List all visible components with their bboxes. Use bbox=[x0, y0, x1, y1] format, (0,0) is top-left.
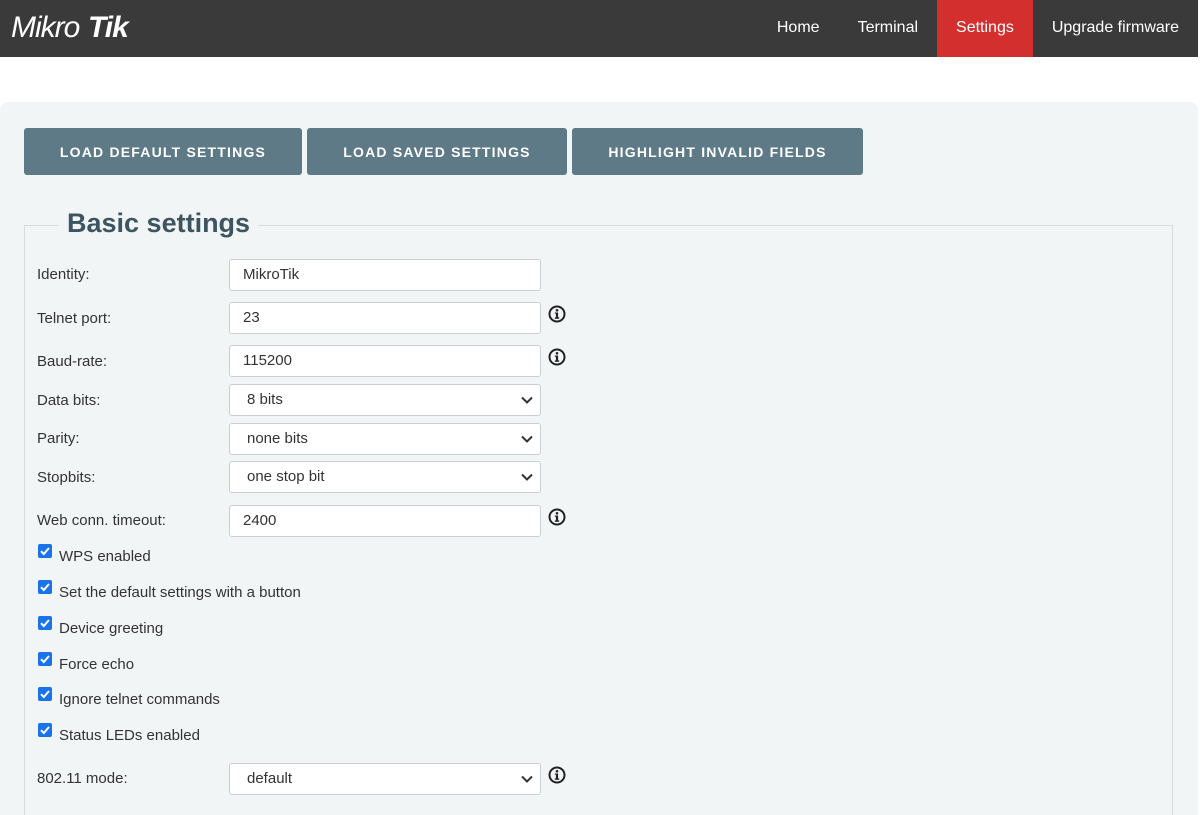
chevron-down-icon bbox=[521, 396, 533, 404]
device-greeting-checkbox[interactable]: Device greeting bbox=[38, 615, 164, 637]
checkbox-checked-icon[interactable] bbox=[38, 580, 52, 594]
web-timeout-label: Web conn. timeout: bbox=[37, 512, 166, 529]
checkbox-label: Ignore telnet commands bbox=[59, 691, 220, 708]
status-leds-checkbox[interactable]: Status LEDs enabled bbox=[38, 722, 200, 744]
web-timeout-field[interactable]: 2400 bbox=[229, 505, 541, 537]
svg-text:Mikro: Mikro bbox=[11, 11, 80, 44]
nav-settings[interactable]: Settings bbox=[937, 0, 1033, 57]
checkbox-checked-icon[interactable] bbox=[38, 652, 52, 666]
svg-text:Tik: Tik bbox=[88, 11, 130, 44]
baud-rate-info-icon[interactable] bbox=[548, 348, 566, 366]
stopbits-select[interactable]: one stop bit bbox=[229, 461, 541, 493]
identity-label: Identity: bbox=[37, 266, 90, 283]
basic-settings-fieldset: Basic settings Identity: MikroTik Telnet… bbox=[24, 206, 1173, 815]
telnet-port-field[interactable]: 23 bbox=[229, 302, 541, 334]
data-bits-value: 8 bits bbox=[247, 391, 283, 408]
chevron-down-icon bbox=[521, 775, 533, 783]
baud-rate-label: Baud-rate: bbox=[37, 353, 108, 370]
checkbox-label: WPS enabled bbox=[59, 548, 151, 565]
force-echo-checkbox[interactable]: Force echo bbox=[38, 651, 135, 673]
load-saved-settings-button[interactable]: LOAD SAVED SETTINGS bbox=[307, 128, 567, 175]
checkbox-label: Status LEDs enabled bbox=[59, 727, 200, 744]
parity-select[interactable]: none bits bbox=[229, 423, 541, 455]
settings-toolbar: LOAD DEFAULT SETTINGS LOAD SAVED SETTING… bbox=[24, 128, 863, 175]
mikrotik-logo[interactable]: Mikro Tik bbox=[11, 8, 147, 44]
telnet-port-info-icon[interactable] bbox=[548, 305, 566, 323]
checkbox-label: Set the default settings with a button bbox=[59, 584, 301, 601]
default-settings-button-checkbox[interactable]: Set the default settings with a button bbox=[38, 579, 301, 601]
identity-field[interactable]: MikroTik bbox=[229, 259, 541, 291]
top-navbar: Mikro Tik Home Terminal Settings Upgrade… bbox=[0, 0, 1198, 57]
checkbox-label: Device greeting bbox=[59, 620, 164, 637]
checkbox-label: Force echo bbox=[59, 656, 135, 673]
baud-rate-field[interactable]: 115200 bbox=[229, 345, 541, 377]
chevron-down-icon bbox=[521, 473, 533, 481]
web-timeout-info-icon[interactable] bbox=[548, 508, 566, 526]
ignore-telnet-commands-checkbox[interactable]: Ignore telnet commands bbox=[38, 686, 220, 708]
checkbox-checked-icon[interactable] bbox=[38, 687, 52, 701]
parity-label: Parity: bbox=[37, 430, 80, 447]
data-bits-label: Data bits: bbox=[37, 392, 101, 409]
nav-home[interactable]: Home bbox=[758, 0, 839, 57]
settings-panel: LOAD DEFAULT SETTINGS LOAD SAVED SETTING… bbox=[0, 102, 1198, 815]
mode-80211-value: default bbox=[247, 770, 293, 787]
highlight-invalid-fields-button[interactable]: HIGHLIGHT INVALID FIELDS bbox=[572, 128, 863, 175]
nav-terminal[interactable]: Terminal bbox=[839, 0, 937, 57]
wps-enabled-checkbox[interactable]: WPS enabled bbox=[38, 543, 151, 565]
nav-upgrade-firmware[interactable]: Upgrade firmware bbox=[1033, 0, 1198, 57]
mode-80211-select[interactable]: default bbox=[229, 763, 541, 795]
checkbox-checked-icon[interactable] bbox=[38, 544, 52, 558]
parity-value: none bits bbox=[247, 430, 308, 447]
telnet-port-label: Telnet port: bbox=[37, 310, 112, 327]
mode-80211-info-icon[interactable] bbox=[548, 766, 566, 784]
load-default-settings-button[interactable]: LOAD DEFAULT SETTINGS bbox=[24, 128, 302, 175]
section-title: Basic settings bbox=[59, 206, 259, 240]
checkbox-checked-icon[interactable] bbox=[38, 723, 52, 737]
chevron-down-icon bbox=[521, 435, 533, 443]
data-bits-select[interactable]: 8 bits bbox=[229, 384, 541, 416]
checkbox-checked-icon[interactable] bbox=[38, 616, 52, 630]
main-nav: Home Terminal Settings Upgrade firmware bbox=[758, 0, 1198, 57]
stopbits-label: Stopbits: bbox=[37, 469, 96, 486]
mode-80211-label: 802.11 mode: bbox=[37, 770, 128, 787]
stopbits-value: one stop bit bbox=[247, 468, 325, 485]
